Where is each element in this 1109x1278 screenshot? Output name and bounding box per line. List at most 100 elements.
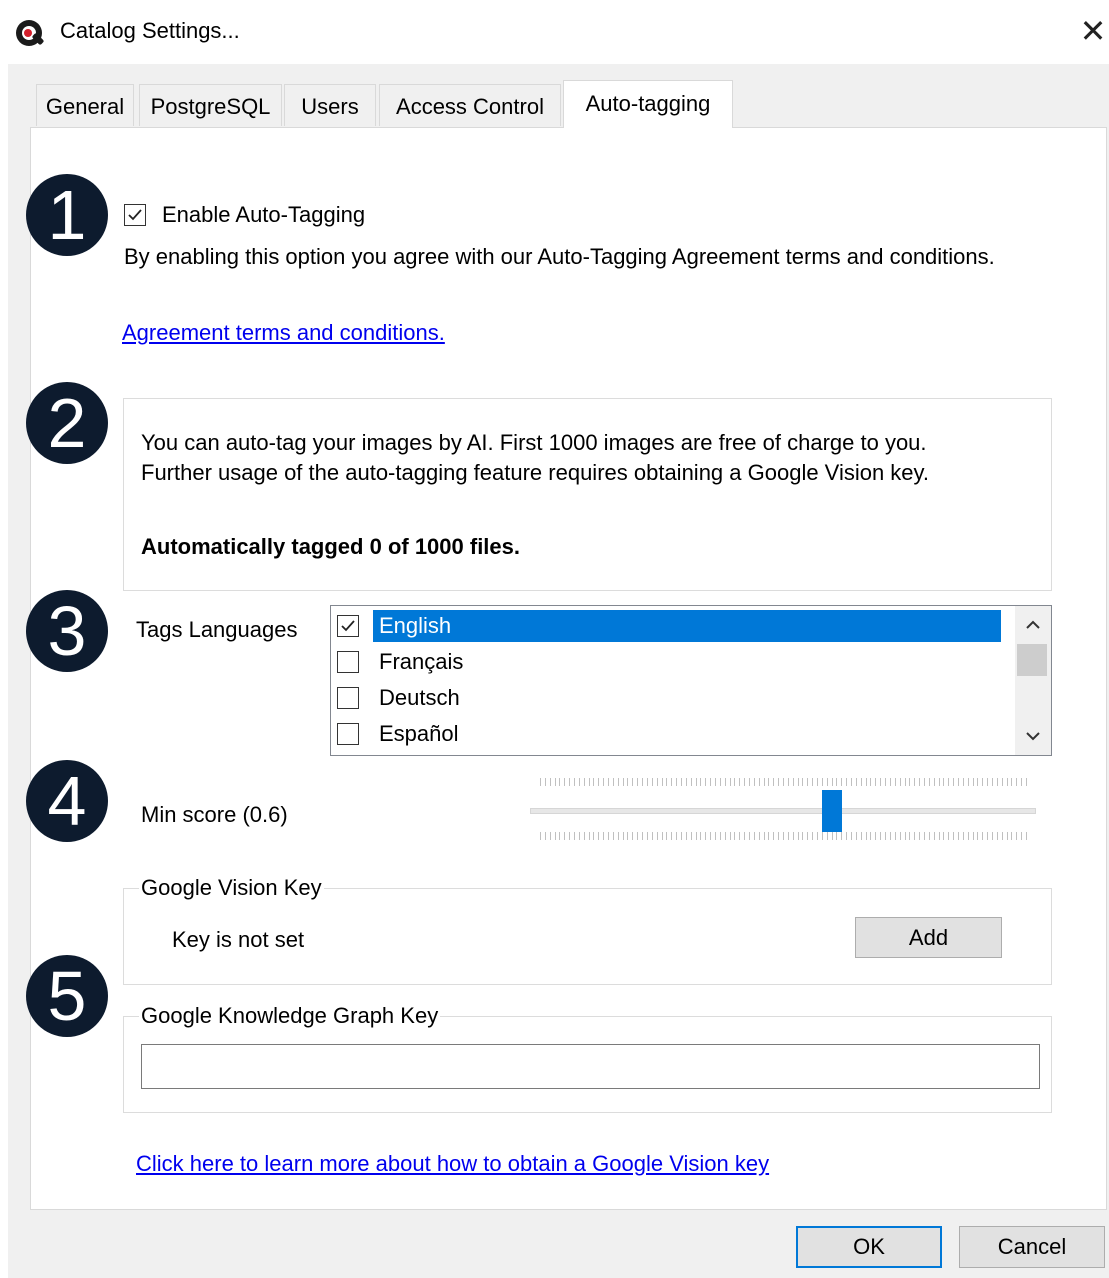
slider-tick — [763, 778, 765, 786]
tab-postgresql[interactable]: PostgreSQL — [139, 84, 282, 126]
slider-tick — [564, 832, 566, 840]
ok-button[interactable]: OK — [796, 1226, 942, 1268]
list-scrollbar[interactable] — [1015, 606, 1051, 755]
slider-tick — [914, 832, 916, 840]
slider-tick — [714, 832, 716, 840]
scroll-thumb[interactable] — [1017, 644, 1047, 676]
slider-tick — [807, 778, 809, 786]
slider-tick — [540, 778, 541, 786]
close-icon[interactable]: ✕ — [1078, 14, 1108, 48]
slider-tick — [554, 778, 556, 786]
slider-tick — [904, 778, 906, 786]
list-item[interactable]: Deutsch — [331, 681, 1015, 717]
slider-tick — [899, 832, 901, 840]
languages-list[interactable]: English Français Deutsch Español — [330, 605, 1052, 756]
step-badge-1: 1 — [26, 174, 108, 256]
slider-tick — [792, 778, 794, 786]
slider-tick — [646, 832, 648, 840]
slider-tick — [996, 832, 998, 840]
slider-tick — [569, 778, 571, 786]
step-badge-2: 2 — [26, 382, 108, 464]
slider-tick — [972, 778, 974, 786]
slider-tick — [622, 832, 624, 840]
slider-tick — [797, 832, 799, 840]
slider-tick — [846, 778, 848, 786]
slider-tick — [651, 832, 653, 840]
slider-tick — [977, 832, 979, 840]
tab-general[interactable]: General — [36, 84, 134, 126]
enable-auto-tagging-label[interactable]: Enable Auto-Tagging — [162, 200, 365, 230]
slider-tick — [783, 832, 784, 840]
language-checkbox-english[interactable] — [337, 615, 359, 637]
slider-tick — [661, 778, 663, 786]
slider-tick — [967, 778, 969, 786]
slider-tick — [802, 778, 804, 786]
tab-access-control[interactable]: Access Control — [379, 84, 561, 126]
slider-tick — [855, 778, 857, 786]
slider-tick — [812, 832, 814, 840]
info-line-2: Further usage of the auto-tagging featur… — [141, 460, 930, 485]
learn-more-link[interactable]: Click here to learn more about how to ob… — [136, 1149, 769, 1179]
chevron-down-icon — [1026, 732, 1040, 741]
vision-key-status: Key is not set — [172, 927, 305, 952]
checkmark-icon — [128, 209, 142, 221]
window-title: Catalog Settings... — [60, 18, 240, 43]
slider-tick — [953, 778, 955, 786]
slider-tick — [598, 832, 600, 840]
slider-tick — [676, 778, 678, 786]
slider-tick — [637, 778, 639, 786]
min-score-label: Min score (0.6) — [141, 802, 288, 827]
slider-tick — [578, 778, 580, 786]
slider-thumb[interactable] — [821, 790, 842, 832]
slider-tick — [588, 832, 590, 840]
cancel-button[interactable]: Cancel — [959, 1226, 1105, 1268]
language-checkbox-francais[interactable] — [337, 651, 359, 673]
tab-users[interactable]: Users — [284, 84, 376, 126]
slider-tick — [889, 778, 891, 786]
slider-tick — [680, 832, 682, 840]
scroll-up-button[interactable] — [1015, 608, 1051, 642]
slider-tick — [612, 778, 614, 786]
step-badge-3: 3 — [26, 590, 108, 672]
slider-tick — [608, 832, 610, 840]
slider-ticks-bottom — [530, 832, 1036, 842]
knowledge-key-input[interactable] — [141, 1044, 1040, 1089]
list-item[interactable]: English — [331, 609, 1015, 645]
slider-tick — [841, 832, 843, 840]
enable-auto-tagging-checkbox[interactable] — [124, 204, 146, 226]
slider-tick — [982, 778, 984, 786]
slider-tick — [851, 832, 853, 840]
slider-tick — [914, 778, 916, 786]
add-key-button[interactable]: Add — [855, 917, 1002, 958]
slider-tick — [933, 832, 935, 840]
agreement-link[interactable]: Agreement terms and conditions. — [122, 318, 445, 348]
slider-tick — [899, 778, 901, 786]
language-checkbox-espanol[interactable] — [337, 723, 359, 745]
knowledge-key-group-title: Google Knowledge Graph Key — [139, 1001, 441, 1031]
min-score-slider[interactable] — [530, 776, 1036, 844]
slider-tick — [710, 832, 712, 840]
language-checkbox-deutsch[interactable] — [337, 687, 359, 709]
slider-tick — [909, 778, 911, 786]
slider-tick — [554, 832, 556, 840]
slider-tick — [846, 832, 848, 840]
slider-tick — [957, 832, 959, 840]
slider-tick — [865, 832, 867, 840]
slider-tick — [666, 832, 668, 840]
slider-tick — [559, 778, 561, 786]
slider-tick — [1001, 778, 1003, 786]
list-item[interactable]: Español — [331, 717, 1015, 753]
slider-tick — [763, 832, 765, 840]
slider-tick — [656, 832, 658, 840]
slider-tick — [923, 832, 925, 840]
list-item[interactable]: Français — [331, 645, 1015, 681]
slider-tick — [1011, 832, 1013, 840]
slider-tick — [734, 778, 736, 786]
slider-tick — [787, 832, 789, 840]
slider-tick — [1026, 832, 1027, 840]
slider-tick — [734, 832, 736, 840]
slider-tick — [748, 778, 750, 786]
scroll-down-button[interactable] — [1015, 719, 1051, 753]
tab-auto-tagging[interactable]: Auto-tagging — [563, 80, 733, 128]
slider-tick — [642, 778, 644, 786]
